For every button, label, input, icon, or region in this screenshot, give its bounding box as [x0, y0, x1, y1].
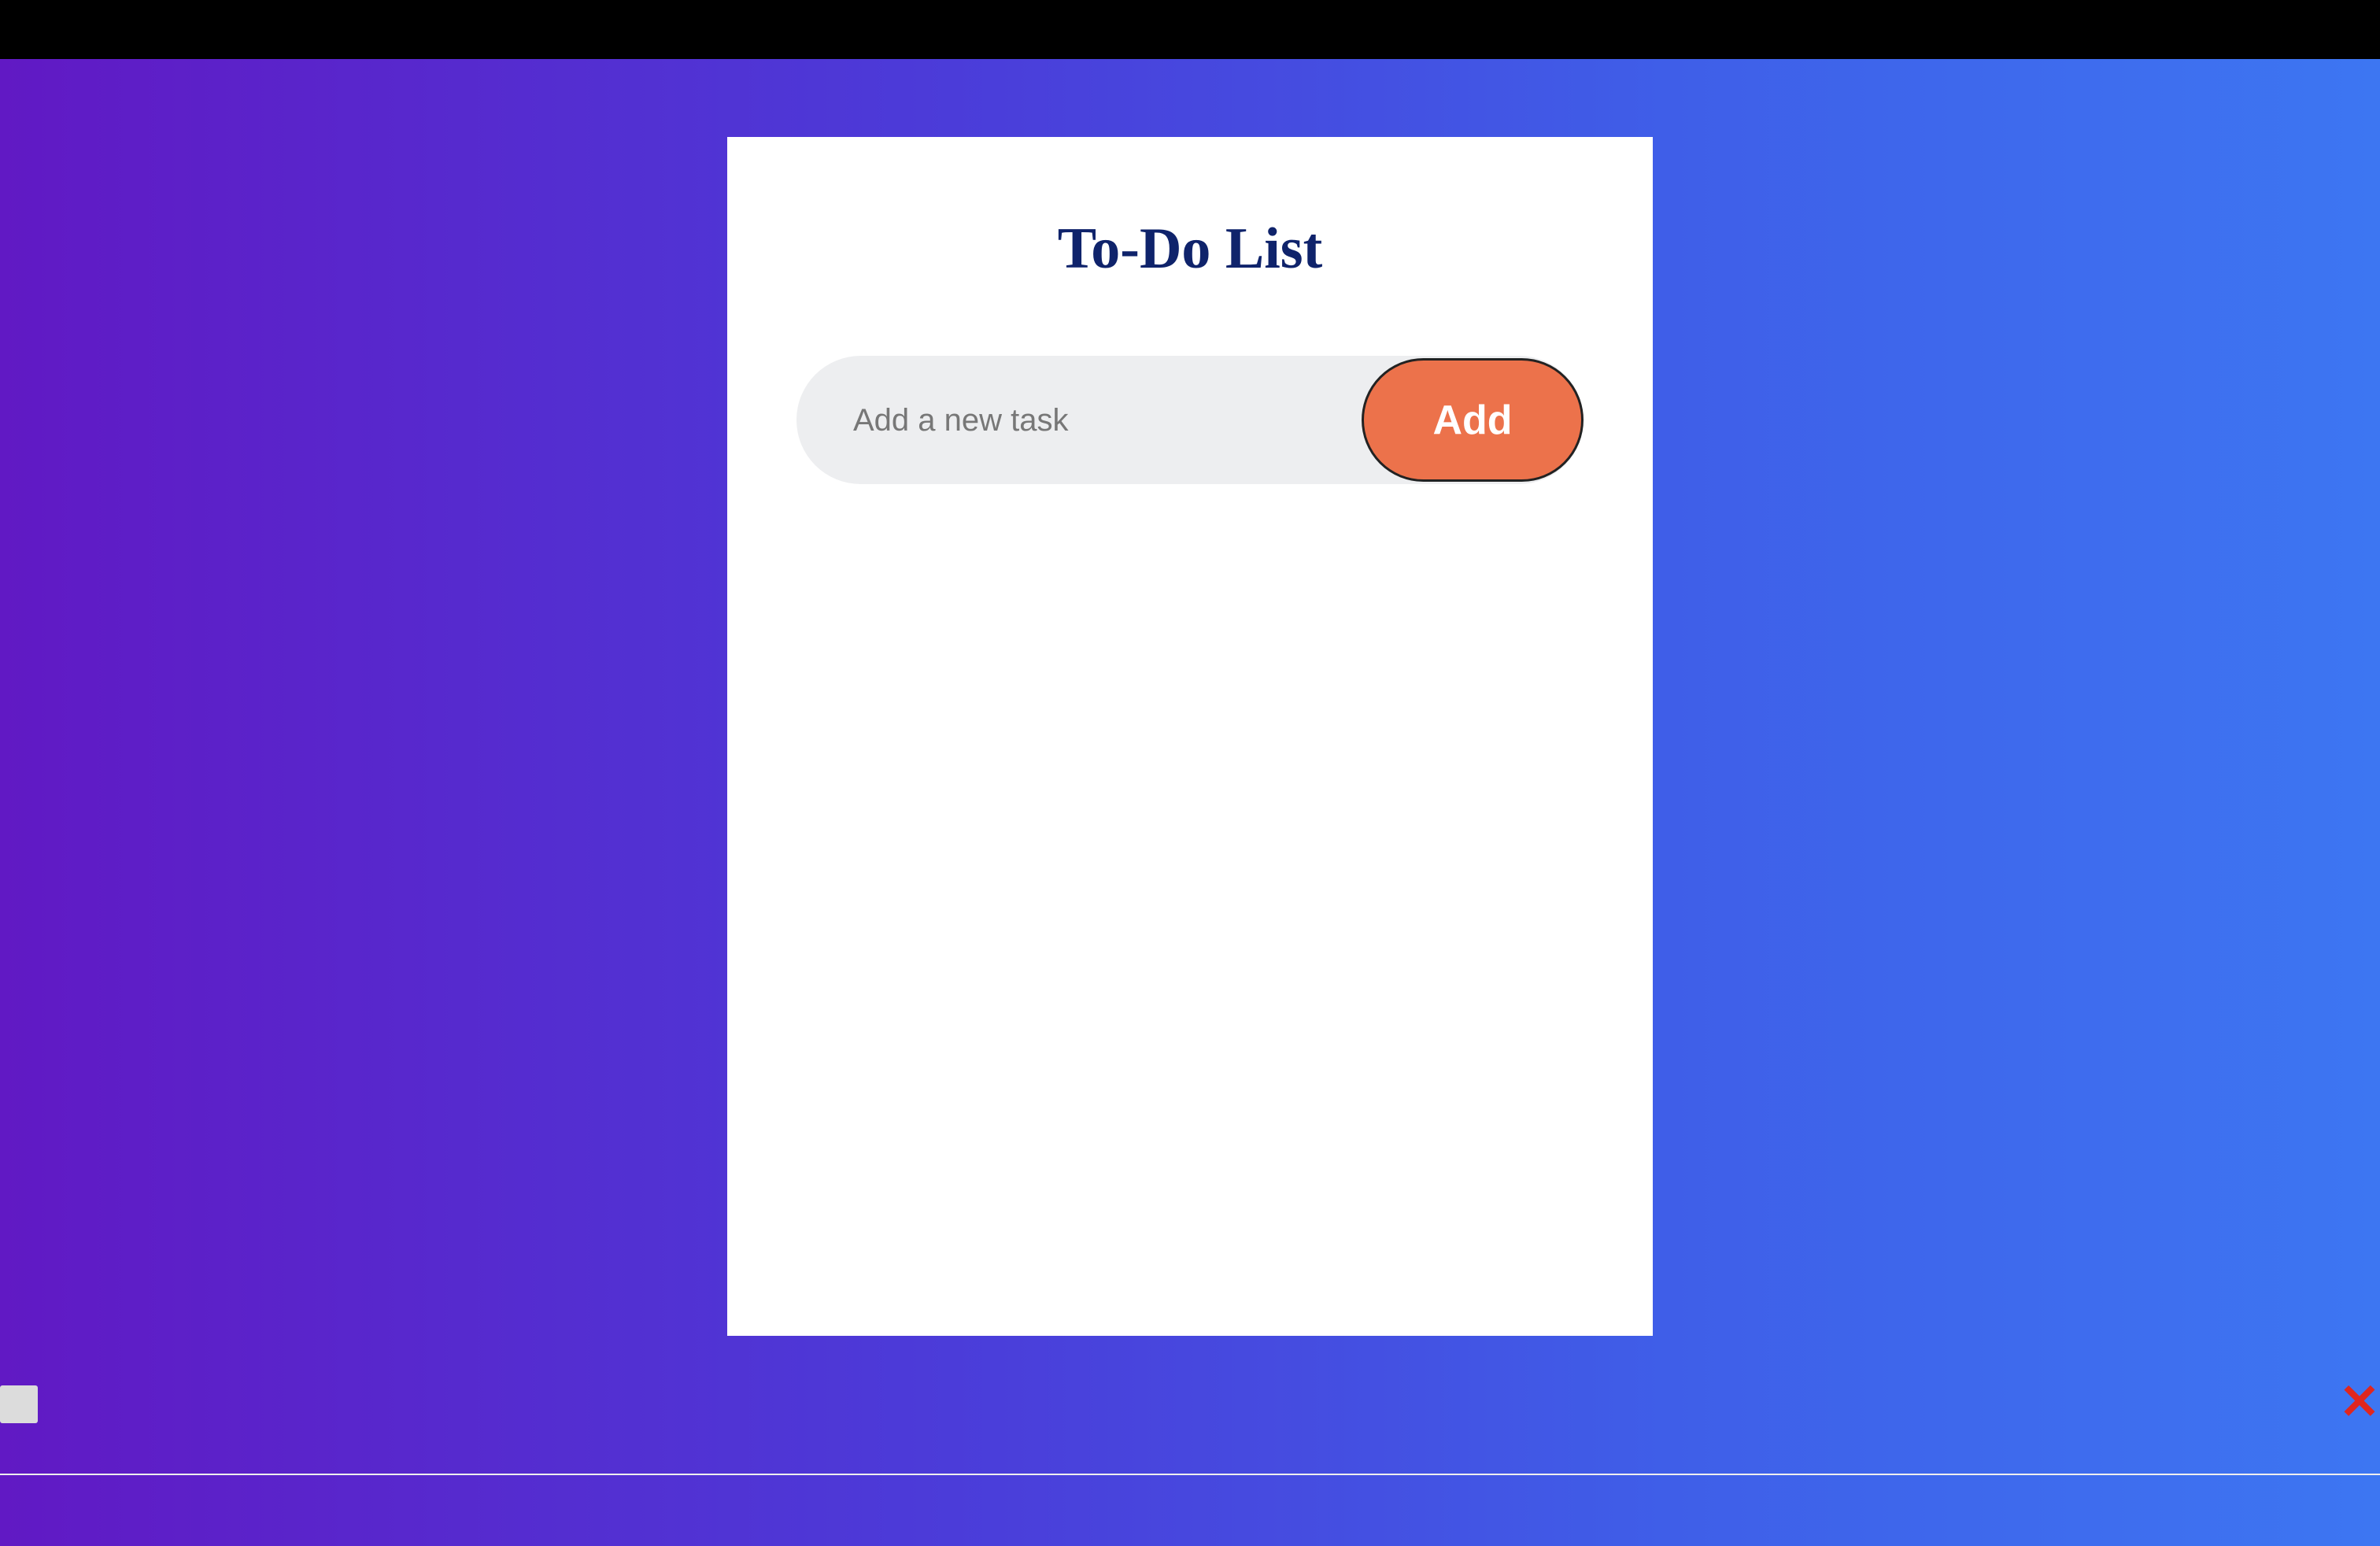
add-button[interactable]: Add: [1362, 358, 1584, 482]
task-checkbox[interactable]: [0, 1385, 38, 1423]
page-title: To-Do List: [1057, 216, 1323, 281]
task-divider: [0, 1474, 2380, 1475]
top-bar: [0, 0, 2380, 59]
todo-card: [727, 137, 1653, 1336]
task-input[interactable]: [852, 356, 1327, 486]
delete-icon[interactable]: ✕: [2339, 1378, 2380, 1427]
